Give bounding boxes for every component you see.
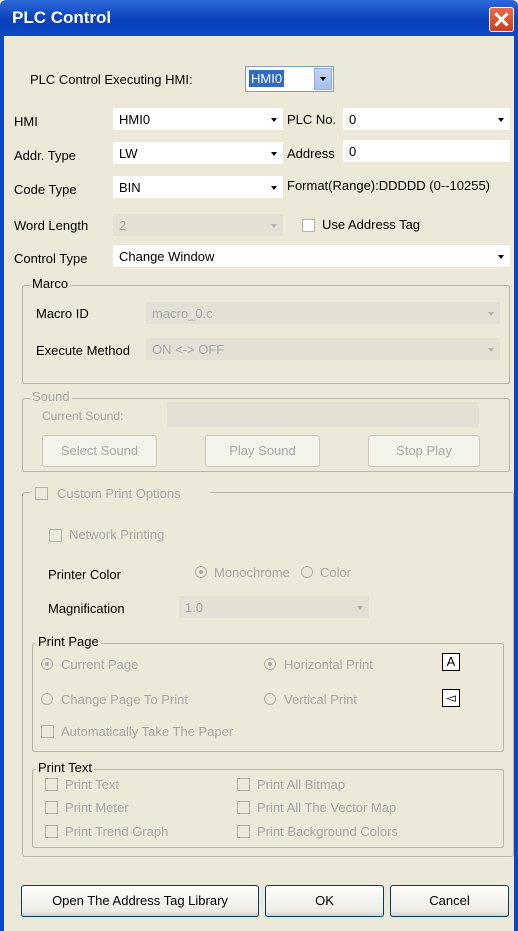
addr-type-select[interactable]: LW [113, 142, 283, 164]
window-frame-left [0, 36, 4, 931]
chevron-down-icon[interactable] [357, 606, 363, 610]
macro-id-label: Macro ID [36, 306, 89, 321]
executing-hmi-select[interactable]: HMI0 [245, 66, 334, 92]
change-page-radio[interactable] [41, 693, 53, 705]
plc-no-select[interactable]: 0 [343, 108, 510, 130]
word-length-label: Word Length [14, 218, 89, 233]
executing-hmi-label: PLC Control Executing HMI: [30, 72, 193, 87]
stop-play-button[interactable]: Stop Play [368, 435, 480, 467]
print-text-title: Print Text [36, 760, 94, 775]
marco-group [22, 285, 510, 384]
control-type-select[interactable]: Change Window [113, 245, 510, 267]
chevron-down-icon[interactable] [498, 118, 504, 122]
addr-type-value: LW [119, 146, 138, 161]
hmi-select[interactable]: HMI0 [113, 108, 283, 130]
vertical-print-label: Vertical Print [284, 692, 357, 707]
play-sound-button[interactable]: Play Sound [205, 435, 320, 467]
magnification-select[interactable]: 1.0 [179, 596, 369, 618]
chevron-down-icon[interactable] [271, 186, 277, 190]
vertical-print-radio[interactable] [264, 693, 276, 705]
printer-color-label: Printer Color [48, 567, 121, 582]
network-printing-label: Network Printing [69, 527, 165, 542]
horizontal-print-label: Horizontal Print [284, 657, 373, 672]
use-address-tag-label: Use Address Tag [322, 217, 421, 232]
cancel-button[interactable]: Cancel [390, 885, 509, 917]
print-options-header: Custom Print Options [30, 485, 210, 503]
chevron-down-icon[interactable] [488, 348, 494, 352]
chevron-down-icon[interactable] [498, 255, 504, 259]
code-type-label: Code Type [14, 182, 77, 197]
print-background-colors-checkbox[interactable] [237, 825, 250, 838]
print-background-colors-label: Print Background Colors [257, 824, 398, 839]
print-trend-graph-checkbox[interactable] [45, 825, 58, 838]
auto-take-paper-label: Automatically Take The Paper [61, 724, 234, 739]
horizontal-page-icon: A [442, 653, 460, 671]
execute-method-select[interactable]: ON <-> OFF [146, 338, 500, 360]
chevron-down-icon[interactable] [488, 312, 494, 316]
monochrome-label: Monochrome [214, 565, 290, 580]
use-address-tag-checkbox[interactable] [302, 219, 315, 232]
chevron-down-icon[interactable] [271, 224, 277, 228]
print-text-label: Print Text [65, 777, 119, 792]
execute-method-value: ON <-> OFF [152, 342, 225, 357]
sound-group-title: Sound [30, 389, 72, 404]
print-vector-map-checkbox[interactable] [237, 801, 250, 814]
word-length-value: 2 [119, 218, 127, 233]
title-bar: PLC Control [0, 0, 518, 36]
address-label: Address [287, 146, 335, 161]
plc-no-value: 0 [349, 112, 357, 127]
print-meter-label: Print Meter [65, 800, 129, 815]
change-page-label: Change Page To Print [61, 692, 188, 707]
format-range-text: Format(Range):DDDDD (0--10255) [287, 178, 490, 193]
current-sound-label: Current Sound: [42, 409, 124, 423]
network-printing-checkbox[interactable] [49, 529, 62, 542]
chevron-down-icon[interactable] [271, 152, 277, 156]
vertical-page-icon: ◅ [442, 689, 460, 707]
print-vector-map-label: Print All The Vector Map [257, 800, 397, 815]
macro-id-select[interactable]: macro_0.c [146, 302, 500, 324]
code-type-select[interactable]: BIN [113, 176, 283, 198]
current-page-label: Current Page [61, 657, 139, 672]
chevron-down-icon[interactable] [314, 68, 332, 90]
select-sound-button[interactable]: Select Sound [42, 435, 157, 467]
executing-hmi-value: HMI0 [249, 70, 285, 87]
chevron-down-icon[interactable] [271, 118, 277, 122]
current-sound-field [167, 402, 479, 427]
window-title: PLC Control [12, 8, 112, 27]
print-all-bitmap-checkbox[interactable] [237, 778, 250, 791]
auto-take-paper-checkbox[interactable] [41, 725, 54, 738]
magnification-label: Magnification [48, 601, 125, 616]
custom-print-options-checkbox[interactable] [35, 487, 48, 500]
open-address-tag-library-button[interactable]: Open The Address Tag Library [21, 885, 259, 917]
print-page-title: Print Page [36, 634, 101, 649]
monochrome-radio[interactable] [195, 566, 207, 578]
horizontal-print-radio[interactable] [264, 658, 276, 670]
addr-type-label: Addr. Type [14, 148, 76, 163]
close-button[interactable] [489, 7, 514, 32]
plc-no-label: PLC No. [287, 112, 337, 127]
address-value: 0 [349, 144, 357, 159]
control-type-value: Change Window [119, 249, 215, 264]
control-type-label: Control Type [14, 251, 88, 266]
marco-group-title: Marco [30, 276, 71, 291]
color-radio[interactable] [301, 566, 313, 578]
hmi-label: HMI [14, 114, 38, 129]
print-trend-graph-label: Print Trend Graph [65, 824, 169, 839]
print-all-bitmap-label: Print All Bitmap [257, 777, 346, 792]
execute-method-label: Execute Method [36, 343, 130, 358]
custom-print-options-label: Custom Print Options [57, 486, 181, 501]
word-length-select[interactable]: 2 [113, 214, 283, 236]
macro-id-value: macro_0.c [152, 306, 213, 321]
print-text-checkbox[interactable] [45, 778, 58, 791]
current-page-radio[interactable] [41, 658, 53, 670]
color-label: Color [320, 565, 352, 580]
hmi-value: HMI0 [119, 112, 151, 127]
address-input[interactable]: 0 [343, 140, 510, 162]
magnification-value: 1.0 [185, 600, 204, 615]
window-frame-right [514, 36, 518, 931]
print-meter-checkbox[interactable] [45, 801, 58, 814]
code-type-value: BIN [119, 180, 141, 195]
ok-button[interactable]: OK [265, 885, 384, 917]
